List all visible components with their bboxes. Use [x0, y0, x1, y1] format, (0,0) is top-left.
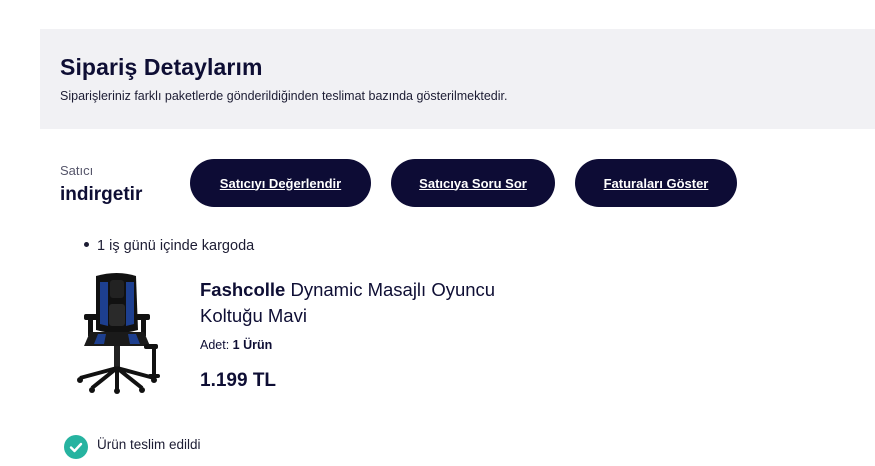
- seller-name: indirgetir: [60, 184, 143, 205]
- quantity-value: 1 Ürün: [232, 338, 273, 352]
- check-circle-icon: [64, 435, 88, 459]
- page-title: Sipariş Detaylarım: [60, 54, 263, 80]
- ask-seller-button[interactable]: Satıcıya Soru Sor: [391, 159, 555, 207]
- product-name[interactable]: Fashcolle Dynamic Masajlı Oyuncu Koltuğu…: [200, 277, 540, 329]
- seller-label: Satıcı: [60, 163, 94, 178]
- product-price: 1.199 TL: [200, 370, 277, 391]
- rate-seller-button[interactable]: Satıcıyı Değerlendir: [190, 159, 371, 207]
- shipping-info: 1 iş günü içinde kargoda: [84, 238, 254, 254]
- product-quantity: Adet: 1 Ürün: [200, 338, 272, 352]
- shipping-info-text: 1 iş günü içinde kargoda: [97, 238, 255, 254]
- delivery-status: Ürün teslim edildi: [97, 437, 201, 452]
- page-subtitle: Siparişleriniz farklı paketlerde gönderi…: [60, 89, 508, 103]
- product-brand[interactable]: Fashcolle: [200, 279, 285, 300]
- show-invoices-button[interactable]: Faturaları Göster: [575, 159, 737, 207]
- gaming-chair-image[interactable]: [72, 270, 162, 394]
- bullet-icon: [84, 241, 89, 247]
- order-details-header: Sipariş Detaylarım Siparişleriniz farklı…: [40, 29, 875, 129]
- quantity-label: Adet:: [200, 338, 230, 352]
